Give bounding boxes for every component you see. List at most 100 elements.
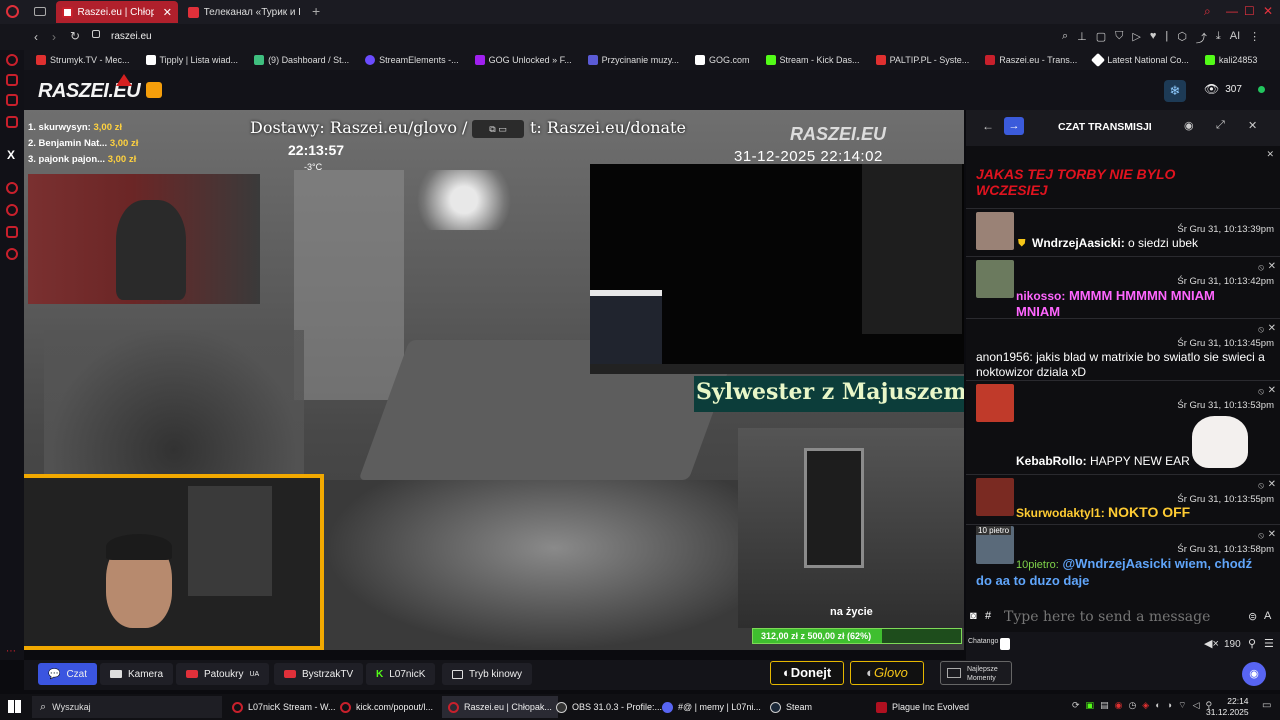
font-icon[interactable]: A [1264, 610, 1271, 622]
nav-kamera-button[interactable]: Kamera [100, 663, 174, 685]
player-icon[interactable] [6, 182, 18, 194]
emoji-icon[interactable]: ⊜ [1248, 610, 1257, 623]
url-field[interactable]: raszei.eu [111, 31, 152, 42]
play-icon[interactable]: ▷ [1132, 30, 1140, 46]
notifications-icon[interactable]: ▭ [1262, 700, 1271, 711]
more-icon[interactable]: ⋯ [6, 646, 18, 658]
taskbar-item[interactable]: Plague Inc Evolved [870, 696, 975, 718]
mute-icon[interactable]: ⦸ [1258, 262, 1264, 273]
bookmark[interactable]: kali24853 [1197, 55, 1266, 65]
chatango-label[interactable]: Chatango [968, 638, 998, 645]
mute-icon[interactable]: ⦸ [1258, 324, 1264, 335]
tray-icon[interactable]: ▣ [1086, 700, 1095, 711]
maximize-icon[interactable]: ☐ [1244, 4, 1255, 18]
hash-button[interactable]: # [985, 610, 991, 622]
bookmark[interactable]: PALTIP.PL - Syste... [868, 55, 978, 65]
message-user[interactable]: Skurwodaktyl1: [1016, 506, 1105, 520]
search-tabs-icon[interactable]: ⌕ [1204, 4, 1211, 19]
discord-icon[interactable]: ◉ [1184, 119, 1194, 132]
mute-icon[interactable]: ⦸ [1258, 386, 1264, 397]
message-user[interactable]: anon1956: [976, 350, 1033, 364]
snowflake-icon[interactable]: ❄ [1164, 80, 1186, 102]
taskbar-item[interactable]: Raszei.eu | Chłopak... [442, 696, 558, 718]
settings-icon[interactable] [6, 248, 18, 260]
opera-logo-icon[interactable] [6, 5, 19, 18]
shield-icon[interactable]: ⛉ [1115, 30, 1123, 46]
workspaces-icon[interactable] [34, 7, 46, 16]
taskbar-item[interactable]: L07nicK Stream - W... [226, 696, 342, 718]
discord-float-icon[interactable]: ◉ [1242, 662, 1266, 686]
video-player[interactable]: 1. skurwysyn: 3,00 zł 2. Benjamin Nat...… [24, 110, 964, 650]
bookmark[interactable]: Tipply | Lista wiad... [138, 55, 247, 65]
user-avatar[interactable] [976, 212, 1014, 250]
user-avatar[interactable] [976, 384, 1014, 422]
bookmark[interactable]: Strumyk.TV - Mec... [28, 55, 138, 65]
site-badge-icon[interactable] [146, 82, 162, 98]
forward-icon[interactable]: › [52, 30, 56, 44]
taskbar-item[interactable]: Steam [764, 696, 818, 718]
extensions-icon[interactable]: ⬡ [1177, 30, 1187, 46]
x-twitter-icon[interactable]: X [7, 148, 15, 162]
pin-chat-icon[interactable]: ⚲ [1248, 637, 1256, 650]
back-icon[interactable]: ‹ [34, 30, 38, 44]
close-tab-icon[interactable]: ✕ [163, 6, 172, 19]
tray-icon[interactable]: ◉ [1115, 700, 1123, 711]
chatango-toggle[interactable] [1000, 638, 1010, 650]
glovo-button[interactable]: ◐Glovo [850, 661, 924, 685]
tray-icon[interactable]: ◈ [1142, 700, 1149, 711]
tray-icon[interactable]: ⟳ [1072, 700, 1080, 711]
taskbar-search[interactable]: ⌕ Wyszukaj [32, 696, 222, 718]
tray-icon[interactable]: ▤ [1100, 700, 1109, 711]
nav-l07nick-button[interactable]: K L07nicK [366, 663, 436, 685]
ai-icon[interactable]: AI [1230, 30, 1240, 46]
message-user[interactable]: nikosso: [1016, 289, 1065, 303]
share-icon[interactable]: ⤴ [1196, 30, 1207, 46]
chat-menu-icon[interactable]: ☰ [1264, 637, 1274, 650]
bookmark[interactable]: (9) Dashboard / St... [246, 55, 357, 65]
message-user[interactable]: 10pietro: [1016, 559, 1059, 571]
taskbar-item[interactable]: OBS 31.0.3 - Profile:... [550, 696, 668, 718]
delete-message-icon[interactable]: ✕ [1268, 385, 1276, 396]
chat-forward-icon[interactable]: → [1004, 117, 1024, 135]
bookmark[interactable]: Stream - Kick Das... [758, 55, 868, 65]
menu-icon[interactable]: ⋮ [1249, 30, 1260, 46]
download-icon[interactable]: ⤓ [1216, 30, 1221, 46]
bookmark[interactable]: Raszei.eu - Trans... [977, 55, 1085, 65]
message-user[interactable]: WndrzejAasicki: [1032, 236, 1125, 250]
network-icon[interactable]: ⌔ [1178, 700, 1186, 711]
camera-upload-icon[interactable]: ◙ [970, 610, 977, 622]
chat-message-input[interactable] [1004, 606, 1244, 628]
best-moments-button[interactable]: Najlepsze Momenty [940, 661, 1012, 685]
zoom-icon[interactable]: ⌕ [1062, 30, 1068, 46]
bookmark[interactable]: GOG.com [687, 55, 758, 65]
nav-cinema-mode-button[interactable]: Tryb kinowy [442, 663, 532, 685]
user-avatar[interactable] [976, 260, 1014, 298]
speed-dial-icon[interactable] [6, 74, 18, 86]
pin-icon[interactable]: ⊥ [1077, 30, 1087, 46]
new-tab-icon[interactable]: + [312, 3, 320, 19]
bookmarks-icon[interactable] [6, 116, 18, 128]
extensions-side-icon[interactable] [6, 226, 18, 238]
messenger-icon[interactable] [6, 54, 18, 66]
popout-icon[interactable]: ⤢ [1216, 119, 1225, 132]
heart-icon[interactable]: ♥ [1150, 30, 1157, 46]
reload-icon[interactable]: ↻ [70, 29, 80, 43]
wallet-icon[interactable] [6, 94, 18, 106]
minimize-icon[interactable]: — [1226, 4, 1238, 18]
bookmark[interactable]: StreamElements -... [357, 55, 467, 65]
taskbar-clock[interactable]: 22:14 31.12.2025 [1206, 696, 1249, 718]
windows-start-icon[interactable] [8, 700, 21, 713]
tray-icon[interactable]: ◐ [1155, 700, 1160, 711]
delete-message-icon[interactable]: ✕ [1268, 323, 1276, 334]
bookmark[interactable]: Przycinanie muzy... [580, 55, 687, 65]
mute-icon[interactable]: ⦸ [1258, 480, 1264, 491]
volume-icon[interactable]: ◀× [1204, 637, 1219, 650]
pip-toggle[interactable]: ⧉ ▭ [472, 120, 524, 138]
snapshot-icon[interactable]: ▢ [1096, 30, 1106, 46]
chat-back-icon[interactable]: ← [982, 119, 994, 133]
nav-patoukry-button[interactable]: Patoukry UA [176, 663, 270, 685]
speaker-icon[interactable]: ◁ [1193, 700, 1200, 711]
tray-icon[interactable]: ◷ [1128, 700, 1136, 711]
delete-message-icon[interactable]: ✕ [1268, 529, 1276, 540]
donejt-button[interactable]: ◐Donejt [770, 661, 844, 685]
